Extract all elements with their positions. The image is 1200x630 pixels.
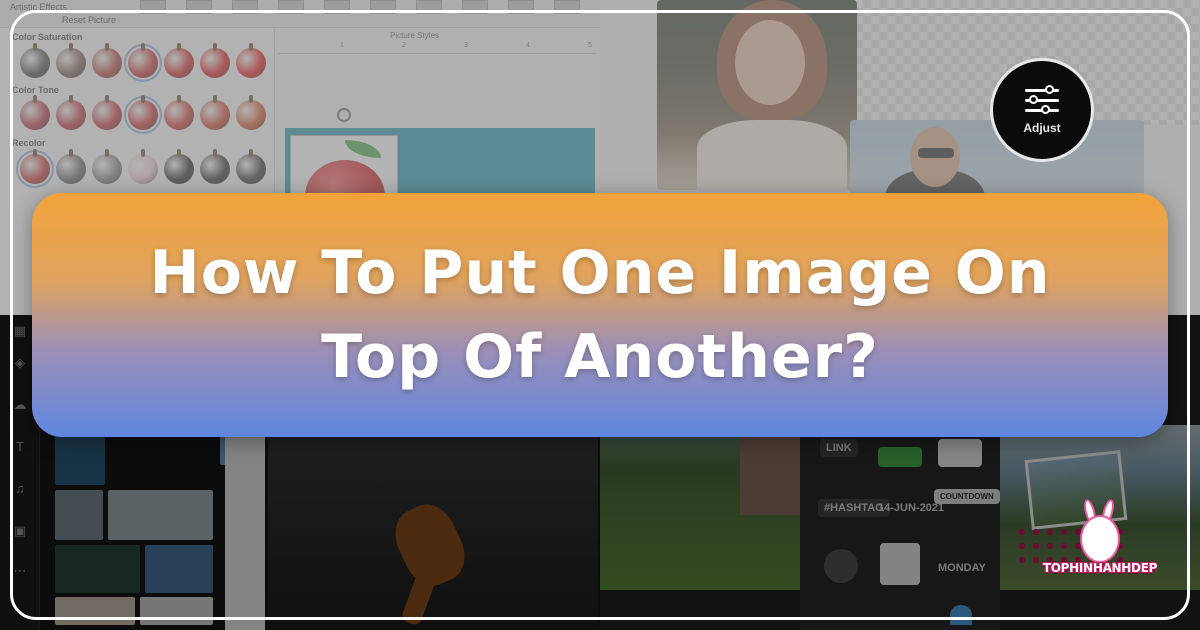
bunny-mascot-icon — [1080, 515, 1120, 563]
title-banner: How To Put One Image On Top Of Another? — [32, 193, 1168, 437]
tophinhanhdep-logo: TOPHINHANHDEP — [1035, 498, 1165, 590]
headline-line-2: Top Of Another? — [321, 322, 879, 392]
logo-text: TOPHINHANHDEP — [1042, 561, 1158, 575]
headline-line-1: How To Put One Image On — [149, 238, 1051, 308]
